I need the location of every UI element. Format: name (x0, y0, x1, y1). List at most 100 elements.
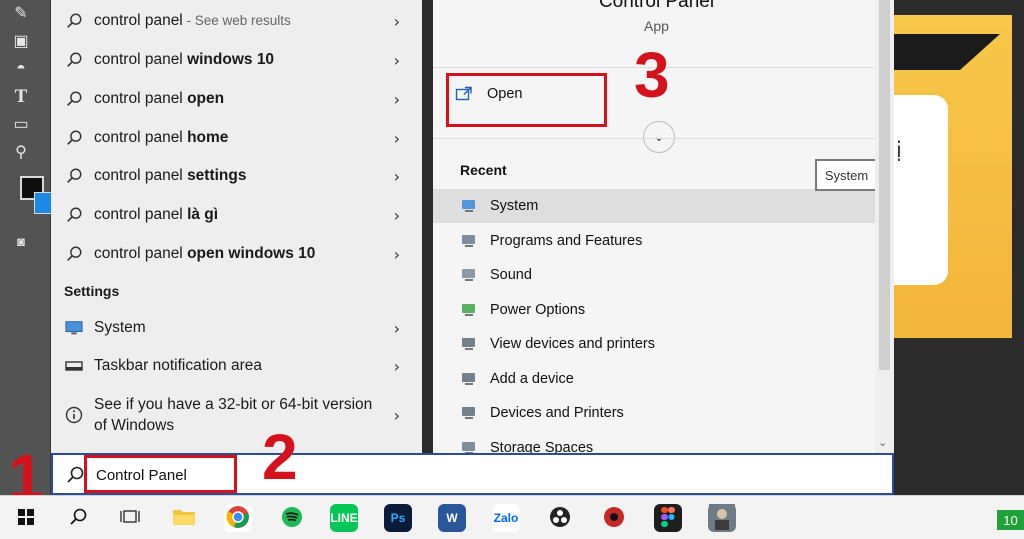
obs-icon (549, 506, 571, 531)
web-result-item[interactable]: control panel là gì › (51, 196, 422, 234)
divider (433, 138, 877, 139)
search-button[interactable] (64, 504, 92, 532)
chrome[interactable] (224, 504, 252, 532)
recent-item[interactable]: Power Options (433, 293, 877, 327)
search-icon (65, 129, 83, 147)
tooltip: System (815, 159, 878, 191)
line[interactable]: LINE (330, 504, 358, 532)
chevron-right-icon[interactable]: › (394, 206, 400, 225)
web-result-item[interactable]: control panel settings › (51, 157, 422, 195)
monitor-icon (65, 319, 83, 337)
recent-item[interactable]: Add a device (433, 362, 877, 396)
annotation-box-open (446, 73, 607, 127)
file-explorer[interactable] (170, 504, 198, 532)
chevron-right-icon[interactable]: › (394, 51, 400, 70)
web-result-item[interactable]: control panel open windows 10 › (51, 235, 422, 273)
scrollbar[interactable]: ⌄ (875, 0, 894, 453)
search-icon (68, 507, 88, 530)
spotify[interactable] (278, 504, 306, 532)
text-tool-icon[interactable]: T (10, 86, 32, 108)
search-icon (65, 90, 83, 108)
devices-printers-icon (460, 335, 478, 353)
chevron-right-icon[interactable]: › (394, 406, 400, 425)
start-button[interactable] (12, 504, 40, 532)
system-icon (460, 197, 478, 215)
chevron-right-icon[interactable]: › (394, 357, 400, 376)
taskbar-icon (65, 357, 83, 375)
recent-item-label: Add a device (490, 371, 574, 387)
web-result-label: control panel là gì (94, 206, 219, 223)
figma-icon (661, 506, 675, 530)
app-title: Control Panel (598, 0, 715, 12)
taskbar: LINE Ps W Zalo (0, 495, 1024, 539)
recent-item[interactable]: Programs and Features (433, 224, 877, 258)
chevron-right-icon[interactable]: › (394, 12, 400, 31)
web-result-label: control panel windows 10 (94, 51, 275, 68)
chevron-right-icon[interactable]: › (394, 167, 400, 186)
chrome-icon (226, 505, 250, 532)
app-type-label: App (644, 18, 669, 34)
task-view-button[interactable] (116, 504, 144, 532)
recent-item-label: Power Options (490, 302, 586, 318)
eraser-tool-icon[interactable]: ▣ (10, 30, 32, 52)
brush-tool-icon[interactable]: ✎ (10, 2, 32, 24)
web-result-item[interactable]: control panel open › (51, 80, 422, 118)
settings-result-item[interactable]: System › (51, 309, 422, 347)
recent-item-label: System (490, 198, 539, 214)
fill-tool-icon[interactable]: ◓ (10, 58, 32, 80)
add-device-icon (460, 370, 478, 388)
settings-result-item[interactable]: See if you have a 32-bit or 64-bit versi… (51, 390, 422, 440)
quick-mask-icon[interactable]: ◙ (10, 230, 32, 252)
settings-result-label: System (94, 319, 146, 336)
word[interactable]: W (438, 504, 466, 532)
power-icon (460, 301, 478, 319)
scroll-thumb[interactable] (879, 0, 890, 370)
chevron-right-icon[interactable]: › (394, 129, 400, 148)
spotify-icon (281, 506, 303, 531)
rectangle-tool-icon[interactable]: ▭ (10, 113, 32, 135)
sound-icon (460, 266, 478, 284)
photoshop[interactable]: Ps (384, 504, 412, 532)
chevron-right-icon[interactable]: › (394, 245, 400, 264)
chevron-right-icon[interactable]: › (394, 90, 400, 109)
canvas-card-text: ị (896, 138, 902, 162)
recent-item-label: Devices and Printers (490, 405, 624, 421)
recent-item[interactable]: Devices and Printers (433, 396, 877, 430)
task-view-icon (120, 508, 140, 529)
web-result-label: control panel home (94, 129, 229, 146)
web-result-item[interactable]: control panel - See web results › (51, 2, 422, 40)
expand-chevron-button[interactable]: ⌄ (643, 121, 675, 153)
search-icon (65, 51, 83, 69)
recent-item[interactable]: View devices and printers (433, 327, 877, 361)
zalo[interactable]: Zalo (492, 504, 520, 532)
web-result-label: control panel settings (94, 167, 247, 184)
figma[interactable] (654, 504, 682, 532)
game[interactable] (708, 503, 736, 533)
recent-item[interactable]: Sound (433, 258, 877, 292)
recent-item[interactable]: System (433, 189, 877, 223)
chevron-right-icon[interactable]: › (394, 319, 400, 338)
web-result-label: control panel - See web results (94, 12, 291, 29)
search-icon (67, 466, 84, 483)
settings-result-item[interactable]: Taskbar notification area › (51, 347, 422, 385)
obs[interactable] (546, 504, 574, 532)
programs-icon (460, 232, 478, 250)
recent-item-label: Sound (490, 267, 532, 283)
web-result-item[interactable]: control panel home › (51, 119, 422, 157)
web-result-label: control panel open (94, 90, 225, 107)
printer-icon (460, 404, 478, 422)
web-result-label: control panel open windows 10 (94, 245, 316, 262)
web-result-item[interactable]: control panel windows 10 › (51, 41, 422, 79)
scroll-down-arrow-icon[interactable]: ⌄ (878, 436, 887, 449)
windows-logo (17, 508, 35, 529)
canvas-black-triangle (960, 34, 1000, 70)
chevron-down-icon: ⌄ (653, 129, 665, 145)
search-icon (65, 167, 83, 185)
zoom-tool-icon[interactable]: ⚲ (10, 141, 32, 163)
game-avatar-icon (709, 503, 735, 533)
info-icon (65, 406, 83, 424)
davinci[interactable] (600, 504, 628, 532)
canvas-white-card (894, 95, 948, 285)
canvas-black-strip (894, 34, 960, 70)
background-color-swatch[interactable] (34, 192, 52, 214)
